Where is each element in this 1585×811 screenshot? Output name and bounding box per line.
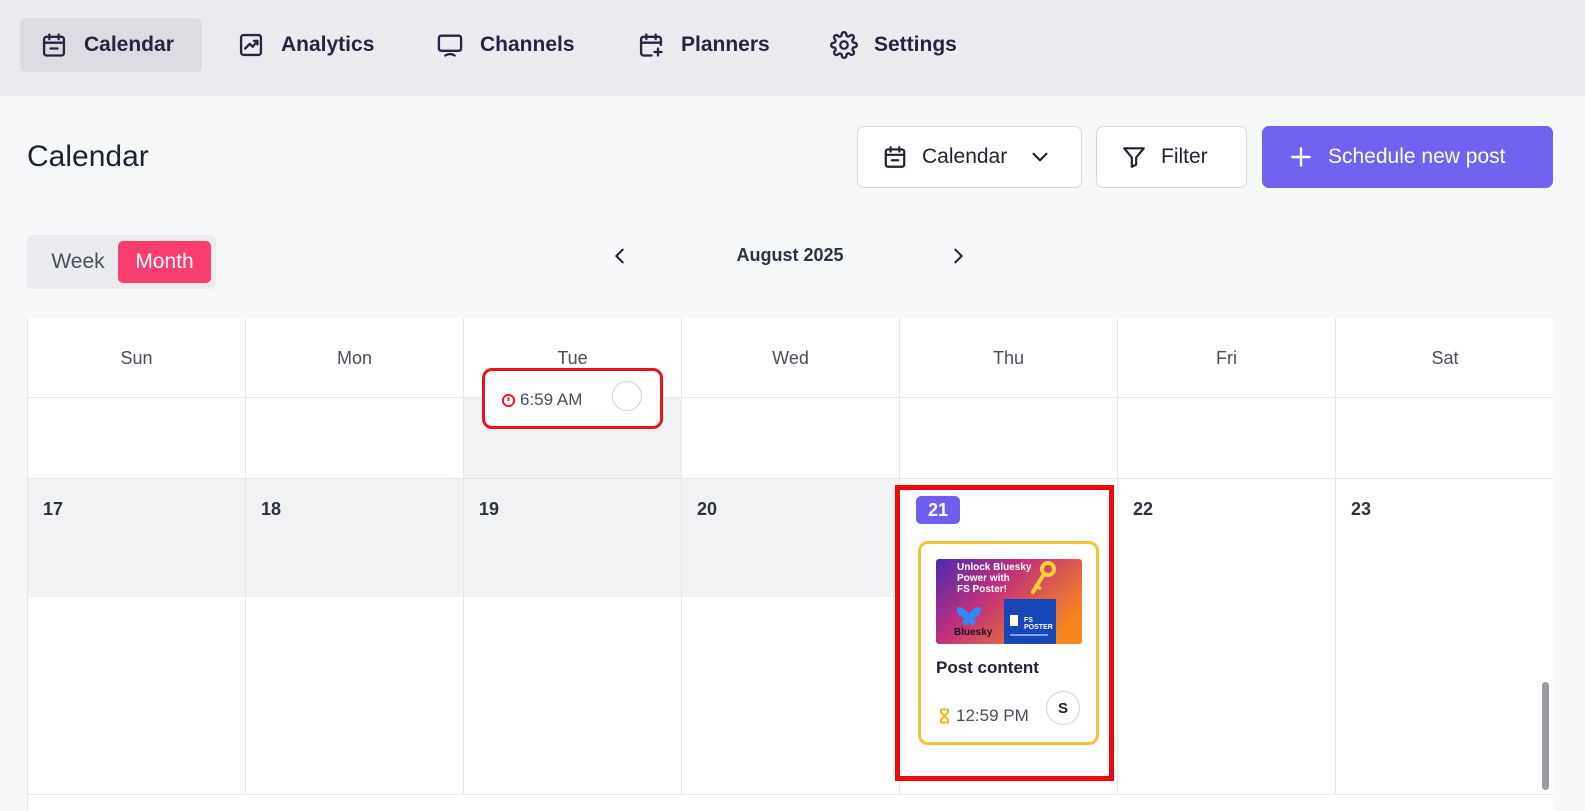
- monitor-icon: [437, 34, 463, 57]
- month-view-button[interactable]: Month: [118, 241, 211, 283]
- past-day-shade: [28, 479, 245, 597]
- top-navigation: Calendar Analytics Channels Planners Set…: [0, 0, 1585, 96]
- weekday-label: Sun: [28, 318, 246, 398]
- thumbnail-headline: Unlock Bluesky: [957, 562, 1032, 573]
- post-thumbnail-image: Unlock Bluesky Power with FS Poster! Blu…: [936, 559, 1082, 644]
- week-view-button[interactable]: Week: [35, 241, 121, 283]
- weekday-header: Sun Mon Tue Wed Thu Fri Sat: [28, 318, 1553, 398]
- calendar-plus-icon: [639, 33, 663, 57]
- vertical-scrollbar[interactable]: [1542, 682, 1549, 790]
- hourglass-icon: [940, 708, 949, 724]
- error-icon: [501, 393, 516, 407]
- nav-item-label: Planners: [681, 33, 770, 56]
- weekday-label: Wed: [682, 318, 900, 398]
- weekday-label: Mon: [246, 318, 464, 398]
- nav-item-settings[interactable]: Settings: [810, 18, 977, 72]
- day-cell[interactable]: 22: [1118, 479, 1336, 794]
- chevron-right-icon: [954, 248, 963, 264]
- nav-item-calendar[interactable]: Calendar: [20, 18, 202, 72]
- day-number: 17: [43, 499, 64, 519]
- day-number: 22: [1133, 499, 1154, 519]
- day-cell[interactable]: [28, 398, 246, 478]
- nav-item-planners[interactable]: Planners: [617, 18, 790, 72]
- chart-icon: [239, 33, 263, 57]
- post-time-text: 6:59 AM: [520, 390, 583, 409]
- weekday-label: Thu: [900, 318, 1118, 398]
- gear-icon: [830, 31, 858, 59]
- weekday-label: Fri: [1118, 318, 1336, 398]
- fs-logo-icon: [1010, 615, 1018, 626]
- chevron-down-icon: [1032, 152, 1048, 162]
- view-select-dropdown[interactable]: Calendar: [857, 126, 1082, 188]
- thumbnail-headline: Power with: [957, 573, 1010, 584]
- day-cell[interactable]: 23: [1336, 479, 1553, 794]
- nav-item-label: Channels: [480, 33, 575, 56]
- thumbnail-brand: Bluesky: [954, 627, 993, 638]
- nav-item-analytics[interactable]: Analytics: [217, 18, 394, 72]
- day-number: 20: [697, 499, 718, 519]
- day-cell[interactable]: [900, 398, 1118, 478]
- calendar-icon: [42, 33, 66, 57]
- thumbnail-headline: FS Poster!: [957, 584, 1007, 595]
- post-time-text: 12:59 PM: [956, 706, 1029, 725]
- avatar: [612, 381, 642, 411]
- day-number: 18: [261, 499, 282, 519]
- post-time: 6:59 AM: [501, 390, 582, 410]
- day-cell[interactable]: [1118, 398, 1336, 478]
- filter-label: Filter: [1161, 145, 1208, 168]
- month-label: August 2025: [736, 245, 844, 265]
- past-day-shade: [246, 479, 463, 597]
- day-number: 23: [1351, 499, 1372, 519]
- day-cell[interactable]: 20: [682, 479, 900, 794]
- chevron-left-icon: [615, 248, 624, 264]
- post-card-scheduled[interactable]: Unlock Bluesky Power with FS Poster! Blu…: [918, 541, 1099, 745]
- schedule-label: Schedule new post: [1328, 145, 1506, 168]
- post-card-failed[interactable]: 6:59 AM: [482, 368, 663, 429]
- day-cell[interactable]: 6:59 AM: [464, 368, 682, 478]
- calendar-icon: [884, 146, 906, 168]
- schedule-new-post-button[interactable]: Schedule new post: [1262, 126, 1553, 188]
- avatar: S: [1046, 691, 1080, 725]
- day-cell[interactable]: [682, 398, 900, 478]
- nav-item-label: Calendar: [84, 33, 174, 56]
- day-cell[interactable]: [1336, 398, 1553, 478]
- day-cell[interactable]: 18: [246, 479, 464, 794]
- calendar-week: 17 18 19 20 21 22 23 Unlock Bluesky Powe…: [28, 479, 1553, 795]
- post-title: Post content: [936, 658, 1039, 677]
- day-cell[interactable]: [246, 398, 464, 478]
- weekday-label: Sat: [1431, 347, 1459, 368]
- past-day-shade: [464, 479, 681, 597]
- plus-icon: [1291, 147, 1311, 167]
- view-toggle: Week Month: [27, 235, 216, 289]
- filter-button[interactable]: Filter: [1096, 126, 1247, 188]
- view-select-label: Calendar: [922, 145, 1008, 168]
- day-number: 19: [479, 499, 500, 519]
- fs-bar: [1010, 634, 1048, 636]
- post-thumbnail: Unlock Bluesky Power with FS Poster! Blu…: [936, 559, 1082, 644]
- day-cell[interactable]: 19: [464, 479, 682, 794]
- previous-month-button[interactable]: [604, 240, 636, 272]
- page-title: Calendar: [27, 140, 149, 173]
- next-month-button[interactable]: [942, 240, 974, 272]
- calendar-week: 6:59 AM: [28, 368, 1553, 479]
- filter-icon: [1123, 147, 1145, 168]
- nav-item-channels[interactable]: Channels: [416, 18, 595, 72]
- nav-item-label: Analytics: [281, 33, 375, 56]
- nav-item-label: Settings: [874, 33, 957, 56]
- today-badge: 21: [916, 496, 960, 524]
- thumbnail-brand: FS: [1024, 617, 1033, 624]
- past-day-shade: [682, 479, 899, 597]
- thumbnail-brand: POSTER: [1024, 624, 1053, 631]
- post-time: 12:59 PM: [938, 706, 1029, 726]
- calendar-grid: Sun Mon Tue Wed Thu Fri Sat 6:59 AM 17 1…: [27, 318, 1553, 811]
- day-cell[interactable]: 17: [28, 479, 246, 794]
